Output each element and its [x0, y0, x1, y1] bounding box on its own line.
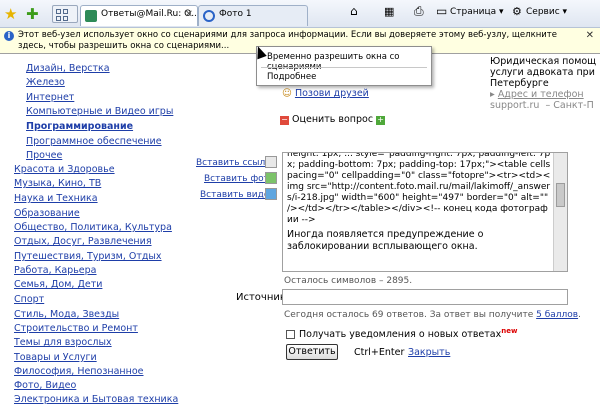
category-link[interactable]: Темы для взрослых: [14, 337, 112, 348]
notify-checkbox[interactable]: Получать уведомления о новых ответахnew: [286, 327, 517, 340]
source-input[interactable]: [282, 289, 568, 305]
plus-icon[interactable]: +: [376, 116, 386, 125]
category-link[interactable]: Философия, Непознанное: [14, 366, 144, 377]
feeds-icon[interactable]: ▦: [384, 5, 394, 18]
answer-note-text: Иногда появляется предупреждение о забло…: [287, 229, 484, 252]
insert-video-button[interactable]: Вставить видео: [200, 190, 275, 200]
category-link[interactable]: Интернет: [26, 92, 74, 103]
ad-city: Санкт-П: [553, 100, 594, 111]
submit-answer-button[interactable]: Ответить: [286, 344, 338, 360]
category-link[interactable]: Программное обеспечение: [26, 136, 162, 147]
category-link[interactable]: Работа, Карьера: [14, 265, 97, 276]
tab-answers[interactable]: Ответы@Mail.Ru: О... ✕: [80, 5, 198, 26]
category-link[interactable]: Железо: [26, 77, 65, 88]
menu-item-allow-popups[interactable]: Временно разрешить окна со сценариями: [267, 52, 431, 72]
friends-icon: ☺: [282, 88, 292, 99]
category-link[interactable]: Дизайн, Верстка: [26, 63, 110, 74]
category-link[interactable]: Путешествия, Туризм, Отдых: [14, 251, 162, 262]
textarea-scrollbar[interactable]: [553, 153, 567, 271]
rate-question: − Оценить вопрос +: [280, 114, 386, 125]
video-icon[interactable]: [265, 188, 277, 200]
favorites-star-icon[interactable]: ★: [4, 6, 20, 22]
checkbox[interactable]: [286, 330, 295, 340]
page-menu[interactable]: Страница ▾: [450, 7, 504, 17]
ad-line[interactable]: Петербурге: [490, 78, 600, 89]
rate-label: Оценить вопрос: [292, 114, 374, 125]
category-link[interactable]: Стиль, Мода, Звезды: [14, 309, 119, 320]
answer-quota: Сегодня осталось 69 ответов. За ответ вы…: [284, 310, 581, 320]
category-link[interactable]: Прочее: [26, 150, 62, 161]
service-menu[interactable]: Сервис ▾: [526, 7, 567, 17]
ie-page-icon: [203, 10, 215, 22]
shortcut-hint: Ctrl+Enter: [354, 347, 405, 358]
infobar-context-menu: Временно разрешить окна со сценариями По…: [256, 46, 432, 86]
close-icon[interactable]: ✕: [586, 30, 594, 41]
menu-separator: [261, 67, 427, 68]
home-icon[interactable]: ⌂: [350, 4, 358, 18]
add-favorite-icon[interactable]: ✚: [26, 6, 42, 22]
menu-item-more-info[interactable]: Подробнее: [267, 72, 316, 82]
tab-photo[interactable]: Фото 1: [198, 5, 308, 26]
ad-address-link[interactable]: Адрес и телефон: [498, 89, 584, 100]
invite-friends[interactable]: ☺ Позови друзей: [282, 88, 369, 99]
category-link[interactable]: Строительство и Ремонт: [14, 323, 138, 334]
scrollbar-thumb[interactable]: [556, 183, 565, 207]
ad-source: support.ru: [490, 100, 540, 111]
tab-label: Фото 1: [219, 9, 252, 19]
ad-line[interactable]: услуги адвоката при: [490, 67, 600, 78]
category-link[interactable]: Отдых, Досуг, Развлечения: [14, 236, 152, 247]
category-link[interactable]: Спорт: [14, 294, 44, 305]
browser-toolbar: ★ ✚ Ответы@Mail.Ru: О... ✕ Фото 1 ⌂ ▦ ⎙ …: [0, 0, 600, 28]
category-link[interactable]: Общество, Политика, Культура: [14, 222, 172, 233]
category-link[interactable]: Музыка, Кино, ТВ: [14, 178, 101, 189]
insert-link-button[interactable]: Вставить ссылку: [196, 158, 276, 168]
category-link-active[interactable]: Программирование: [26, 121, 133, 132]
notify-label: Получать уведомления о новых ответах: [299, 329, 502, 341]
insert-photo-button[interactable]: Вставить фото: [204, 174, 274, 184]
site-favicon-icon: [85, 10, 97, 22]
answer-textarea[interactable]: height: 1px; ... style="padding-right: 7…: [282, 152, 568, 272]
location-icon: ▸: [490, 89, 495, 100]
invite-friends-link[interactable]: Позови друзей: [295, 88, 369, 99]
answer-code-text: height: 1px; ... style="padding-right: 7…: [287, 152, 552, 225]
category-link[interactable]: Компьютерные и Видео игры: [26, 106, 173, 117]
ad-block: Юридическая помощ услуги адвоката при Пе…: [490, 56, 600, 111]
print-icon[interactable]: ⎙: [414, 4, 424, 19]
minus-icon[interactable]: −: [280, 116, 289, 125]
new-badge: new: [501, 327, 518, 335]
page-icon: ▭: [436, 4, 448, 18]
category-link[interactable]: Семья, Дом, Дети: [14, 279, 102, 290]
category-link[interactable]: Образование: [14, 208, 80, 219]
category-link[interactable]: Фото, Видео: [14, 380, 76, 391]
close-icon[interactable]: ✕: [185, 9, 193, 20]
points-link[interactable]: 5 баллов: [536, 310, 578, 320]
remaining-chars: Осталось символов – 2895.: [284, 276, 413, 286]
ad-line[interactable]: Юридическая помощ: [490, 56, 600, 67]
category-link[interactable]: Наука и Техника: [14, 193, 98, 204]
close-link[interactable]: Закрыть: [408, 347, 450, 358]
info-icon: i: [4, 31, 14, 41]
category-link[interactable]: Товары и Услуги: [14, 352, 97, 363]
category-link[interactable]: Красота и Здоровье: [14, 164, 115, 175]
link-icon[interactable]: [265, 156, 277, 168]
gear-icon: ⚙: [512, 5, 522, 18]
tab-label: Ответы@Mail.Ru: О...: [101, 9, 198, 19]
photo-icon[interactable]: [265, 172, 277, 184]
tab-grid-button[interactable]: [52, 5, 78, 23]
